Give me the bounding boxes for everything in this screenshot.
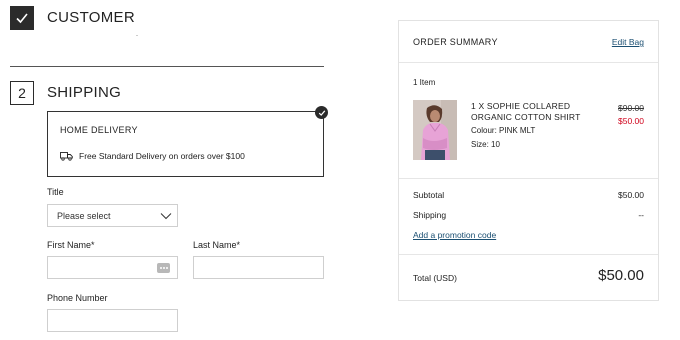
step-number-badge: 2 [10, 81, 34, 105]
product-name: 1 X SOPHIE COLLARED ORGANIC COTTON SHIRT [471, 101, 581, 122]
subtotal-value: $50.00 [618, 190, 644, 200]
item-count: 1 Item [413, 78, 436, 87]
delivery-description-text: Free Standard Delivery on orders over $1… [79, 151, 245, 161]
subtotal-label: Subtotal [413, 190, 445, 200]
delivery-option-description: Free Standard Delivery on orders over $1… [60, 151, 245, 161]
autofill-icon[interactable] [157, 263, 170, 273]
last-name-label: Last Name* [193, 240, 241, 250]
original-price: $90.00 [618, 103, 644, 113]
checkmark-icon [16, 13, 28, 24]
section-divider [10, 66, 324, 67]
order-summary-title: ORDER SUMMARY [413, 37, 498, 47]
home-delivery-option[interactable]: HOME DELIVERY Free Standard Delivery on … [47, 106, 328, 177]
product-thumbnail[interactable] [413, 100, 457, 160]
summary-divider [399, 254, 658, 255]
first-name-input[interactable] [47, 256, 178, 279]
order-summary-panel: ORDER SUMMARY Edit Bag 1 Item 1 X SOPHIE… [398, 20, 659, 301]
phone-input[interactable] [47, 309, 178, 332]
total-label: Total (USD) [413, 273, 457, 283]
shipping-value: -- [638, 210, 644, 220]
product-size: Size: 10 [471, 140, 500, 149]
title-select[interactable]: Please select [47, 204, 178, 227]
first-name-label: First Name* [47, 240, 95, 250]
order-summary-header: ORDER SUMMARY Edit Bag [399, 21, 658, 63]
summary-divider [399, 178, 658, 179]
product-colour: Colour: PINK MLT [471, 126, 536, 135]
total-value: $50.00 [598, 267, 644, 284]
delivery-option-title: HOME DELIVERY [60, 125, 138, 135]
title-select-value: Please select [57, 210, 111, 221]
divider-dot [136, 35, 138, 36]
step-complete-badge [10, 6, 34, 30]
phone-label: Phone Number [47, 293, 108, 303]
truck-icon [60, 152, 73, 161]
selected-check-icon [315, 106, 328, 119]
step-title-customer[interactable]: CUSTOMER [47, 9, 135, 26]
chevron-down-icon [160, 213, 172, 220]
title-label: Title [47, 187, 64, 197]
shipping-label: Shipping [413, 210, 447, 220]
step-title-shipping: SHIPPING [47, 84, 122, 101]
edit-bag-link[interactable]: Edit Bag [612, 37, 644, 47]
sale-price: $50.00 [618, 116, 644, 126]
add-promotion-code-link[interactable]: Add a promotion code [413, 230, 496, 240]
last-name-input[interactable] [193, 256, 324, 279]
